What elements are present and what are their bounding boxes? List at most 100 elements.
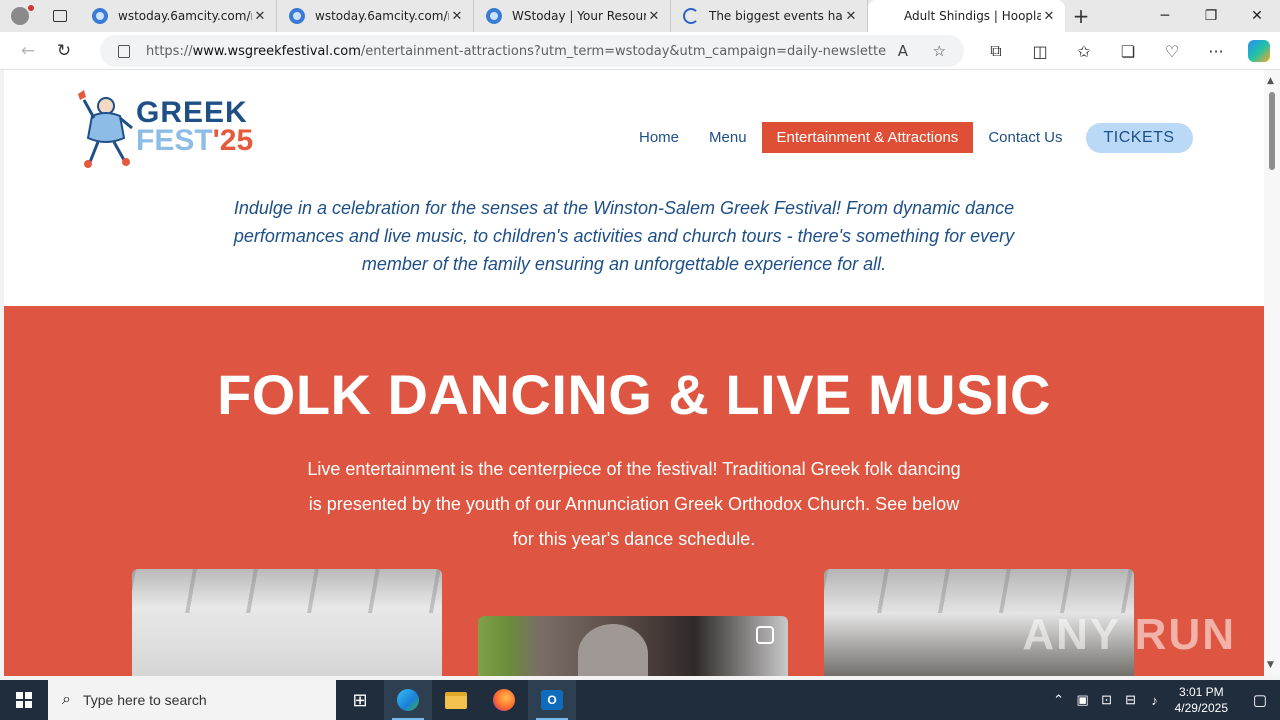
browser-tab-3[interactable]: WStoday | Your Resource ✕ <box>474 0 671 32</box>
url-domain: www.wsgreekfestival.com <box>192 43 361 59</box>
url-path: /entertainment-attractions?utm_term=wsto… <box>360 43 886 59</box>
site-favicon-icon <box>289 8 305 24</box>
folder-icon <box>445 691 467 709</box>
tab-title: wstoday.6amcity.com/n <box>315 9 449 23</box>
logo-fest-word: FEST <box>136 124 213 157</box>
extensions-icon[interactable]: ⧉ <box>974 32 1018 70</box>
edge-taskbar-button[interactable] <box>384 680 432 720</box>
minimize-icon[interactable]: ─ <box>1142 0 1188 32</box>
window-controls: ─ ❐ ✕ <box>1142 0 1280 32</box>
close-tab-icon[interactable]: ✕ <box>843 9 859 24</box>
edge-icon <box>397 689 419 711</box>
outlook-button[interactable]: O <box>528 680 576 720</box>
taskbar-search[interactable]: ⌕ Type here to search <box>48 680 336 720</box>
scrollbar-thumb[interactable] <box>1269 92 1275 170</box>
nav-entertainment[interactable]: Entertainment & Attractions <box>761 122 974 153</box>
firefox-button[interactable] <box>480 680 528 720</box>
site-favicon-icon <box>486 8 502 24</box>
address-bar[interactable]: https://www.wsgreekfestival.com/entertai… <box>100 35 964 67</box>
close-tab-icon[interactable]: ✕ <box>449 9 465 24</box>
volume-icon[interactable]: ♪ <box>1143 693 1167 708</box>
section-title: FOLK DANCING & LIVE MUSIC <box>217 363 1051 426</box>
tent-canopy <box>132 569 442 613</box>
start-button[interactable] <box>0 680 48 720</box>
close-window-icon[interactable]: ✕ <box>1234 0 1280 32</box>
profile-button[interactable] <box>0 0 40 32</box>
clock-time: 3:01 PM <box>1178 685 1224 699</box>
nav-contact[interactable]: Contact Us <box>973 123 1077 152</box>
clock[interactable]: 3:01 PM 4/29/2025 <box>1175 684 1228 716</box>
browser-tab-1[interactable]: wstoday.6amcity.com/n ✕ <box>80 0 277 32</box>
greek-fest-logo[interactable]: GREEK FEST'25 <box>70 88 253 172</box>
dancer-mascot-icon <box>78 90 133 168</box>
refresh-icon[interactable]: ↻ <box>46 32 82 70</box>
scroll-down-icon[interactable]: ▼ <box>1267 660 1274 670</box>
anyrun-watermark: ANY RUN <box>1022 610 1236 659</box>
page-scrollbar[interactable]: ▲ ▼ <box>1264 70 1280 676</box>
search-placeholder: Type here to search <box>82 692 207 708</box>
dance-photo-left[interactable] <box>132 569 442 676</box>
browser-tab-strip: wstoday.6amcity.com/n ✕ wstoday.6amcity.… <box>0 0 1280 32</box>
dance-photo-center[interactable] <box>478 616 788 676</box>
scroll-up-icon[interactable]: ▲ <box>1267 76 1274 86</box>
notification-dot <box>28 5 34 11</box>
tent-canopy <box>824 569 1134 613</box>
tab-title: The biggest events happ <box>709 9 843 23</box>
back-arrow-icon[interactable]: ← <box>10 32 46 70</box>
restore-icon[interactable]: ❐ <box>1188 0 1234 32</box>
close-tab-icon[interactable]: ✕ <box>646 9 662 24</box>
profile-avatar-icon <box>11 7 29 25</box>
tab-title: WStoday | Your Resource <box>512 9 646 23</box>
outlook-tray-icon[interactable]: ▣ <box>1071 692 1095 708</box>
favorite-star-icon[interactable]: ☆ <box>933 42 946 60</box>
system-tray: ⌃ ▣ ⊡ ⊟ ♪ 3:01 PM 4/29/2025 ▢ <box>1047 680 1280 720</box>
firefox-icon <box>493 689 515 711</box>
lock-icon <box>118 44 130 58</box>
tab-actions-button[interactable] <box>40 0 80 32</box>
split-screen-icon[interactable]: ◫ <box>1018 32 1062 70</box>
outlook-icon: O <box>541 690 563 710</box>
collections-icon[interactable]: ❏ <box>1106 32 1150 70</box>
loading-spinner-icon <box>683 8 699 24</box>
tab-actions-icon <box>53 10 67 22</box>
favorites-icon[interactable]: ✩ <box>1062 32 1106 70</box>
browser-essentials-icon[interactable]: ♡ <box>1150 32 1194 70</box>
browser-tab-5-active[interactable]: Adult Shindigs | Hoopla ✕ <box>868 0 1065 32</box>
browser-toolbar: ← ↻ https://www.wsgreekfestival.com/ente… <box>0 32 1280 70</box>
person-head <box>578 624 648 676</box>
url-prefix: https:// <box>146 43 193 59</box>
close-tab-icon[interactable]: ✕ <box>1041 9 1057 24</box>
url-text[interactable]: https://www.wsgreekfestival.com/entertai… <box>146 44 886 59</box>
search-icon: ⌕ <box>62 691 71 708</box>
copilot-icon[interactable] <box>1248 40 1270 62</box>
page-viewport: GREEK FEST'25 Home Menu Entertainment & … <box>0 70 1280 676</box>
toolbar-buttons: ⧉ ◫ ✩ ❏ ♡ ··· <box>974 32 1270 70</box>
tab-title: Adult Shindigs | Hoopla <box>904 9 1041 23</box>
logo-year: '25 <box>212 124 254 157</box>
new-tab-button[interactable]: + <box>1065 0 1097 32</box>
read-aloud-icon[interactable]: A <box>898 42 908 60</box>
site-favicon-icon <box>92 8 108 24</box>
browser-tab-4[interactable]: The biggest events happ ✕ <box>671 0 868 32</box>
close-tab-icon[interactable]: ✕ <box>252 9 268 24</box>
clock-date: 4/29/2025 <box>1174 701 1228 715</box>
tab-title: wstoday.6amcity.com/n <box>118 9 252 23</box>
windows-taskbar: ⌕ Type here to search ⊞ O ⌃ ▣ ⊡ ⊟ ♪ 3:01… <box>0 680 1280 720</box>
chevron-up-icon[interactable]: ⌃ <box>1047 692 1071 708</box>
tickets-button[interactable]: TICKETS <box>1085 122 1193 153</box>
site-navigation: Home Menu Entertainment & Attractions Co… <box>624 122 1193 153</box>
file-explorer-button[interactable] <box>432 680 480 720</box>
notification-center-icon[interactable]: ▢ <box>1240 680 1280 720</box>
network-icon[interactable]: ⊟ <box>1119 692 1143 708</box>
section-description: Live entertainment is the centerpiece of… <box>307 459 961 549</box>
nav-menu[interactable]: Menu <box>694 123 762 152</box>
visual-search-icon[interactable] <box>756 626 774 644</box>
intro-paragraph: Indulge in a celebration for the senses … <box>233 198 1015 274</box>
more-options-icon[interactable]: ··· <box>1194 32 1238 70</box>
browser-tab-2[interactable]: wstoday.6amcity.com/n ✕ <box>277 0 474 32</box>
windows-logo-icon <box>16 692 32 708</box>
task-view-button[interactable]: ⊞ <box>336 680 384 720</box>
logo-text-line2: FEST'25 <box>136 124 253 158</box>
nav-home[interactable]: Home <box>624 123 694 152</box>
device-icon[interactable]: ⊡ <box>1095 692 1119 708</box>
